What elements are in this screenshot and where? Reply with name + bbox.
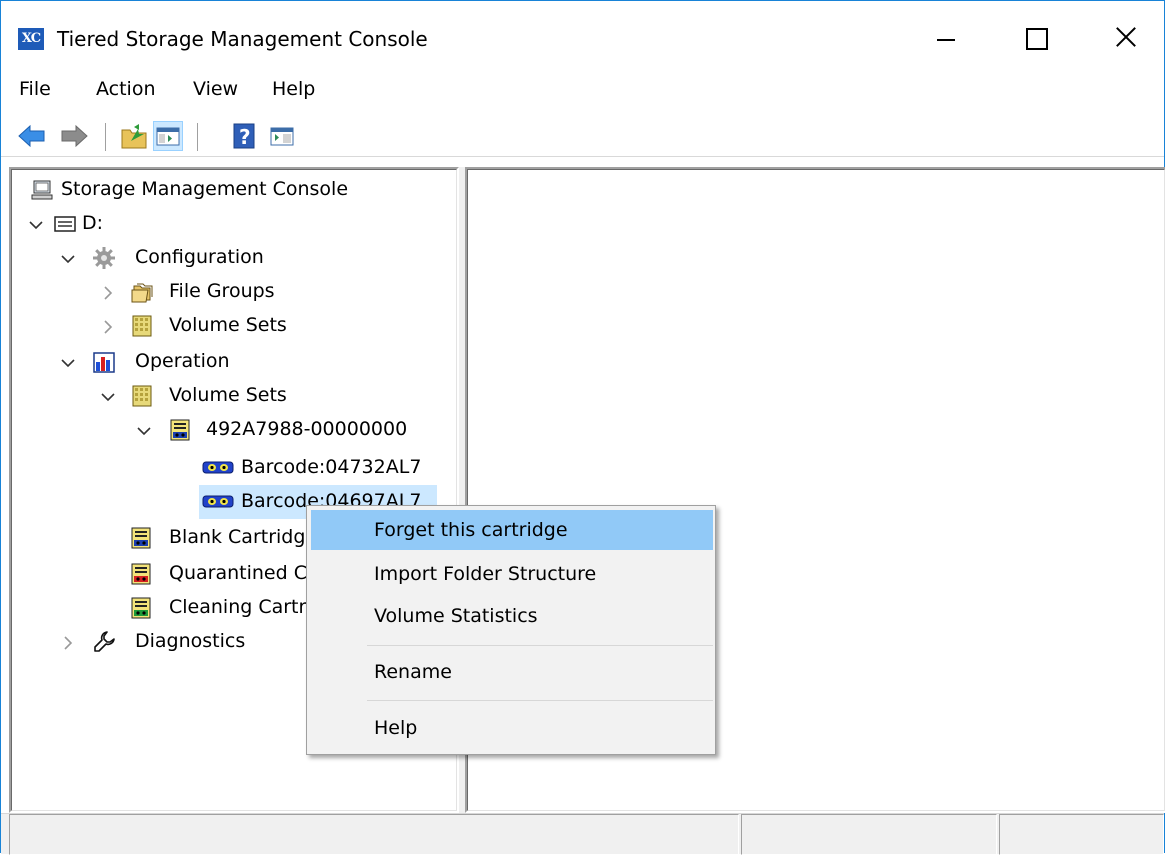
gear-icon: [92, 246, 116, 270]
tree-item-label: Storage Management Console: [61, 178, 349, 200]
cartridge-set-icon: [168, 418, 192, 442]
chevron-down-icon[interactable]: [59, 250, 77, 268]
menu-action[interactable]: Action: [96, 75, 156, 103]
cartridge-icon: [201, 455, 234, 479]
quarantined-cartridge-icon: [129, 562, 153, 586]
menu-item-label: Volume Statistics: [374, 605, 538, 627]
tree-item-label: Volume Sets: [169, 384, 287, 406]
blank-cartridge-icon: [129, 526, 153, 550]
menu-item-label: Forget this cartridge: [374, 519, 568, 541]
bar-chart-icon: [92, 350, 116, 374]
main-window: XC Tiered Storage Management Console Fil…: [0, 0, 1165, 855]
menu-item-help[interactable]: Help: [311, 708, 713, 748]
tree-item-volume-set[interactable]: 492A7988-00000000: [135, 413, 435, 447]
minimize-button[interactable]: [910, 11, 982, 63]
chevron-down-icon[interactable]: [99, 388, 117, 406]
cartridge-icon: [201, 489, 234, 513]
tree-item-configuration[interactable]: Configuration: [59, 241, 359, 275]
window-title: Tiered Storage Management Console: [57, 27, 428, 51]
action-pane-icon[interactable]: [267, 121, 297, 151]
help-icon[interactable]: ?: [229, 121, 259, 151]
tree-item-file-groups[interactable]: File Groups: [99, 275, 399, 309]
maximize-button[interactable]: [1000, 11, 1072, 63]
show-hide-tree-icon[interactable]: [153, 121, 183, 151]
menu-item-label: Rename: [374, 661, 452, 683]
status-cell-2: [741, 814, 997, 855]
menu-item-import-folder-structure[interactable]: Import Folder Structure: [311, 554, 713, 594]
menu-view[interactable]: View: [193, 75, 238, 103]
tree-item-label: D:: [82, 212, 104, 234]
tree-item-op-volume-sets[interactable]: Volume Sets: [99, 379, 399, 413]
status-bar: [1, 813, 1164, 855]
title-bar[interactable]: XC Tiered Storage Management Console: [1, 1, 1164, 67]
menu-file[interactable]: File: [19, 75, 51, 103]
chevron-right-icon[interactable]: [59, 634, 77, 652]
menu-separator: [367, 645, 713, 646]
menu-item-forget-cartridge[interactable]: Forget this cartridge: [311, 510, 713, 550]
tree-item-operation[interactable]: Operation: [59, 345, 359, 379]
forward-arrow-icon[interactable]: [59, 121, 89, 151]
context-menu: Forget this cartridge Import Folder Stru…: [306, 505, 716, 755]
menu-separator: [367, 700, 713, 701]
chevron-right-icon[interactable]: [99, 318, 117, 336]
volume-set-icon: [130, 314, 154, 338]
menu-help[interactable]: Help: [272, 75, 315, 103]
tree-item-barcode-1[interactable]: Barcode:04732AL7: [201, 451, 441, 485]
status-cell-3: [999, 814, 1164, 855]
chevron-down-icon[interactable]: [59, 354, 77, 372]
tree-item-label: Volume Sets: [169, 314, 287, 336]
computer-icon: [31, 178, 55, 202]
tree-item-label: File Groups: [169, 280, 275, 302]
drive-icon: [53, 212, 77, 236]
tree-item-label: Operation: [135, 350, 230, 372]
menu-item-volume-statistics[interactable]: Volume Statistics: [311, 596, 713, 636]
chevron-right-icon[interactable]: [99, 284, 117, 302]
file-groups-icon: [130, 280, 154, 304]
cleaning-cartridge-icon: [129, 596, 153, 620]
tree-item-drive[interactable]: D:: [25, 207, 325, 241]
close-button[interactable]: [1089, 11, 1161, 63]
chevron-down-icon[interactable]: [135, 422, 153, 440]
tree-item-root[interactable]: Storage Management Console: [31, 173, 431, 207]
status-cell-main: [9, 814, 739, 855]
tree-item-label: 492A7988-00000000: [206, 418, 408, 440]
svg-text:?: ?: [239, 125, 251, 149]
tree-item-label: Barcode:04732AL7: [241, 456, 422, 478]
menu-item-label: Help: [374, 717, 418, 739]
tree-item-label: Diagnostics: [135, 630, 246, 652]
menu-item-rename[interactable]: Rename: [311, 652, 713, 692]
tree-item-config-volume-sets[interactable]: Volume Sets: [99, 309, 399, 343]
wrench-icon: [92, 630, 116, 654]
tree-item-label: Blank Cartridges: [169, 526, 328, 548]
chevron-down-icon[interactable]: [27, 216, 45, 234]
volume-set-icon: [130, 384, 154, 408]
menu-bar: File Action View Help: [1, 71, 1164, 107]
back-arrow-icon[interactable]: [17, 121, 47, 151]
tree-item-label: Configuration: [135, 246, 264, 268]
toolbar: ?: [1, 113, 1164, 157]
menu-item-label: Import Folder Structure: [374, 563, 597, 585]
up-folder-icon[interactable]: [119, 121, 149, 151]
app-icon: XC: [18, 28, 44, 50]
